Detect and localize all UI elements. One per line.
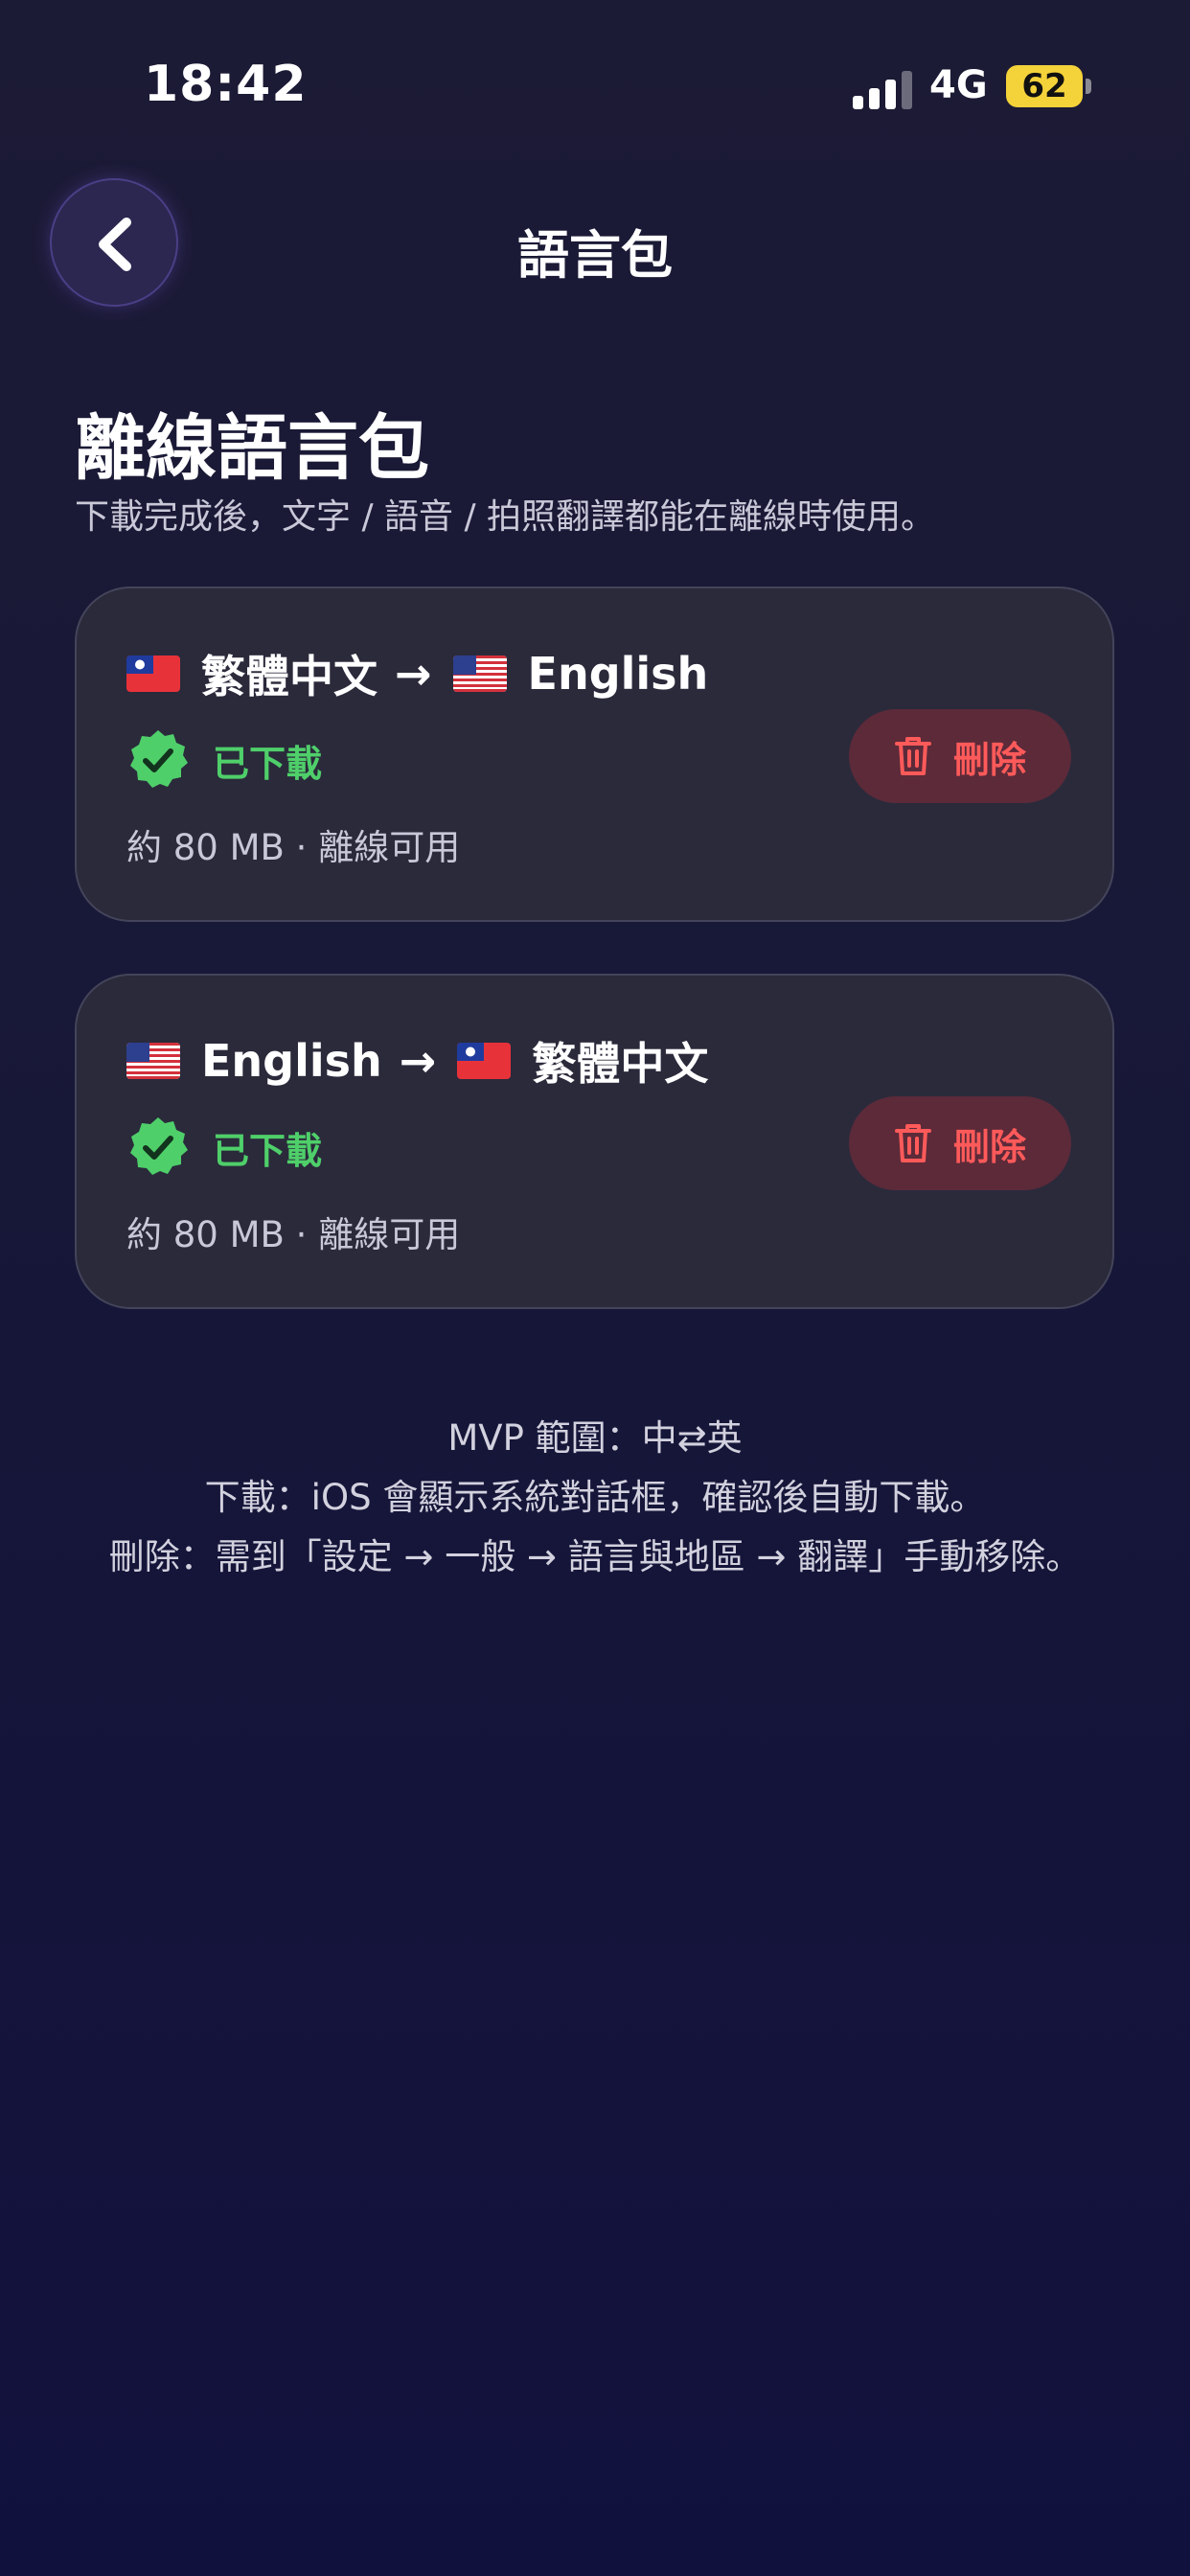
page-title: 語言包: [517, 225, 673, 286]
language-pair: English → 繁體中文: [126, 1029, 708, 1092]
arrow-right-icon: →: [399, 1035, 437, 1087]
pack-size: 約 80 MB · 離線可用: [126, 1214, 461, 1255]
verified-check-icon: [130, 730, 188, 788]
verified-check-icon: [130, 1117, 188, 1175]
trash-icon: [894, 737, 931, 775]
footer-note-download: 下載：iOS 會顯示系統對話框，確認後自動下載。: [204, 1477, 986, 1518]
delete-button[interactable]: 刪除: [849, 1096, 1071, 1190]
footer-note-scope: MVP 範圍：中⇄英: [447, 1417, 743, 1459]
trash-icon: [894, 1124, 931, 1162]
download-status: 已下載: [213, 742, 323, 785]
status-badge: 已下載: [126, 728, 322, 792]
taiwan-flag-icon: [126, 656, 180, 692]
network-type: 4G: [929, 63, 988, 107]
status-bar: 18:42 4G 62: [0, 0, 1190, 172]
target-language: English: [527, 648, 709, 700]
section-title: 離線語言包: [75, 407, 429, 490]
download-status: 已下載: [213, 1129, 323, 1172]
footer-note-delete: 刪除：需到「設定 → 一般 → 語言與地區 → 翻譯」手動移除。: [108, 1536, 1082, 1577]
section-subtitle: 下載完成後，文字 / 語音 / 拍照翻譯都能在離線時使用。: [75, 497, 936, 537]
pack-size: 約 80 MB · 離線可用: [126, 827, 461, 868]
delete-label: 刪除: [952, 1125, 1026, 1168]
language-pack-card: 繁體中文 → English 已下載 約 80 MB · 離線可用 刪除: [75, 586, 1114, 922]
cellular-signal-icon: [853, 69, 914, 109]
delete-label: 刪除: [952, 738, 1026, 781]
source-language: 繁體中文: [201, 651, 378, 702]
us-flag-icon: [452, 656, 507, 692]
arrow-right-icon: →: [395, 648, 432, 700]
language-pair: 繁體中文 → English: [126, 642, 708, 705]
language-pack-card: English → 繁體中文 已下載 約 80 MB · 離線可用 刪除: [75, 974, 1114, 1309]
target-language: 繁體中文: [532, 1038, 709, 1090]
status-time: 18:42: [144, 56, 308, 113]
source-language: English: [201, 1035, 382, 1087]
battery-level: 62: [1006, 65, 1083, 107]
taiwan-flag-icon: [457, 1043, 512, 1079]
status-badge: 已下載: [126, 1116, 322, 1179]
battery-cap: [1086, 79, 1091, 94]
us-flag-icon: [126, 1043, 180, 1079]
delete-button[interactable]: 刪除: [849, 709, 1071, 803]
